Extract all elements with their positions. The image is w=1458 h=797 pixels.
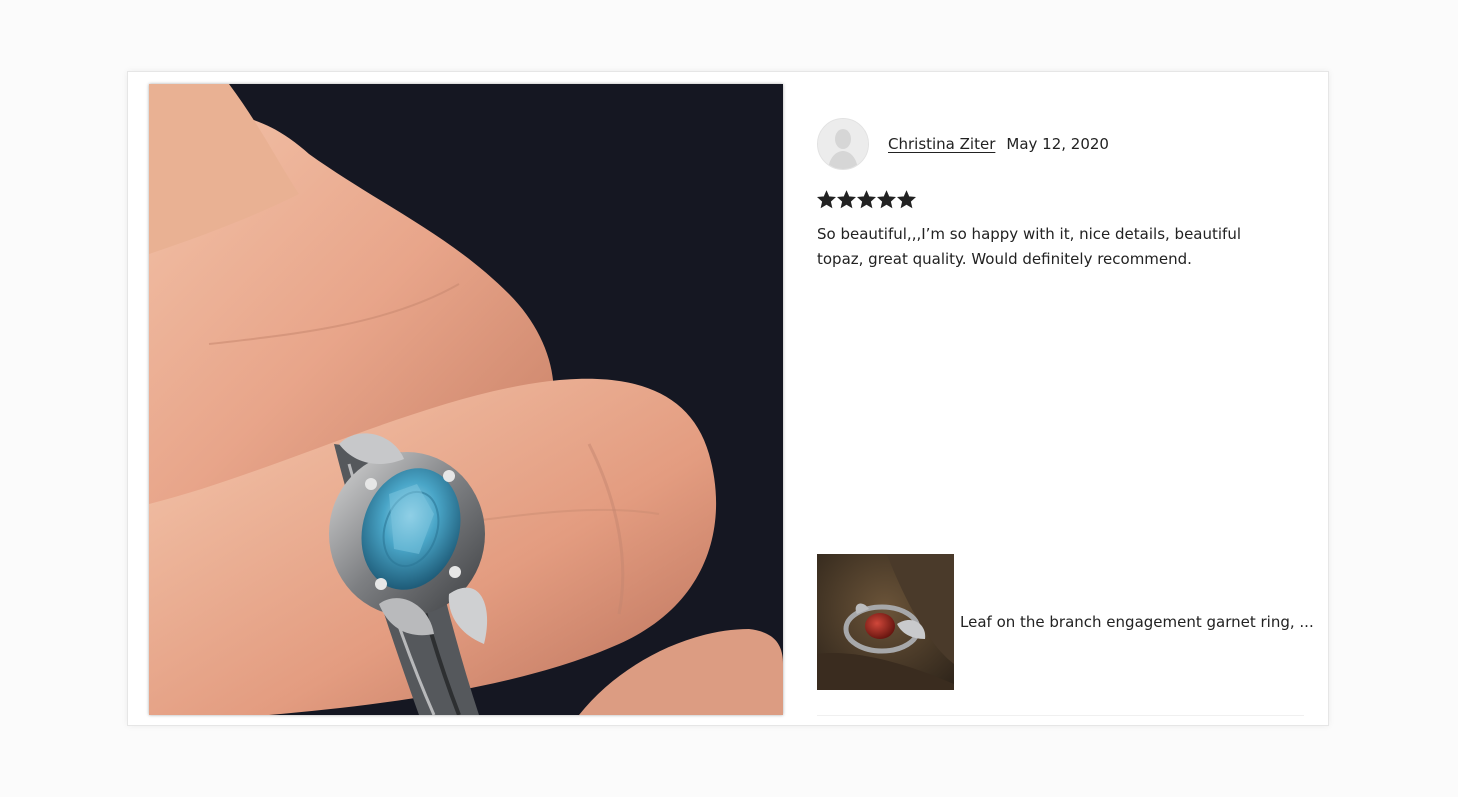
- product-thumbnail[interactable]: [817, 554, 954, 690]
- review-text: So beautiful,,,I’m so happy with it, nic…: [817, 225, 1241, 268]
- star-rating: [817, 190, 1307, 214]
- review-date: May 12, 2020: [1006, 135, 1109, 153]
- star-icon: [817, 190, 836, 209]
- star-icon: [877, 190, 896, 209]
- product-title[interactable]: Leaf on the branch engagement garnet rin…: [960, 613, 1314, 631]
- default-avatar-icon[interactable]: [817, 118, 869, 170]
- review-header: Christina Ziter May 12, 2020: [817, 118, 1307, 170]
- review-photo: [149, 84, 783, 715]
- review-panel: Christina Ziter May 12, 2020 So beautifu…: [817, 118, 1307, 272]
- star-icon: [837, 190, 856, 209]
- divider: [817, 715, 1304, 716]
- reviewer-name-link[interactable]: Christina Ziter: [888, 135, 995, 153]
- review-modal: Christina Ziter May 12, 2020 So beautifu…: [127, 71, 1329, 726]
- product-link[interactable]: Leaf on the branch engagement garnet rin…: [817, 554, 1314, 690]
- star-icon: [897, 190, 916, 209]
- star-icon: [857, 190, 876, 209]
